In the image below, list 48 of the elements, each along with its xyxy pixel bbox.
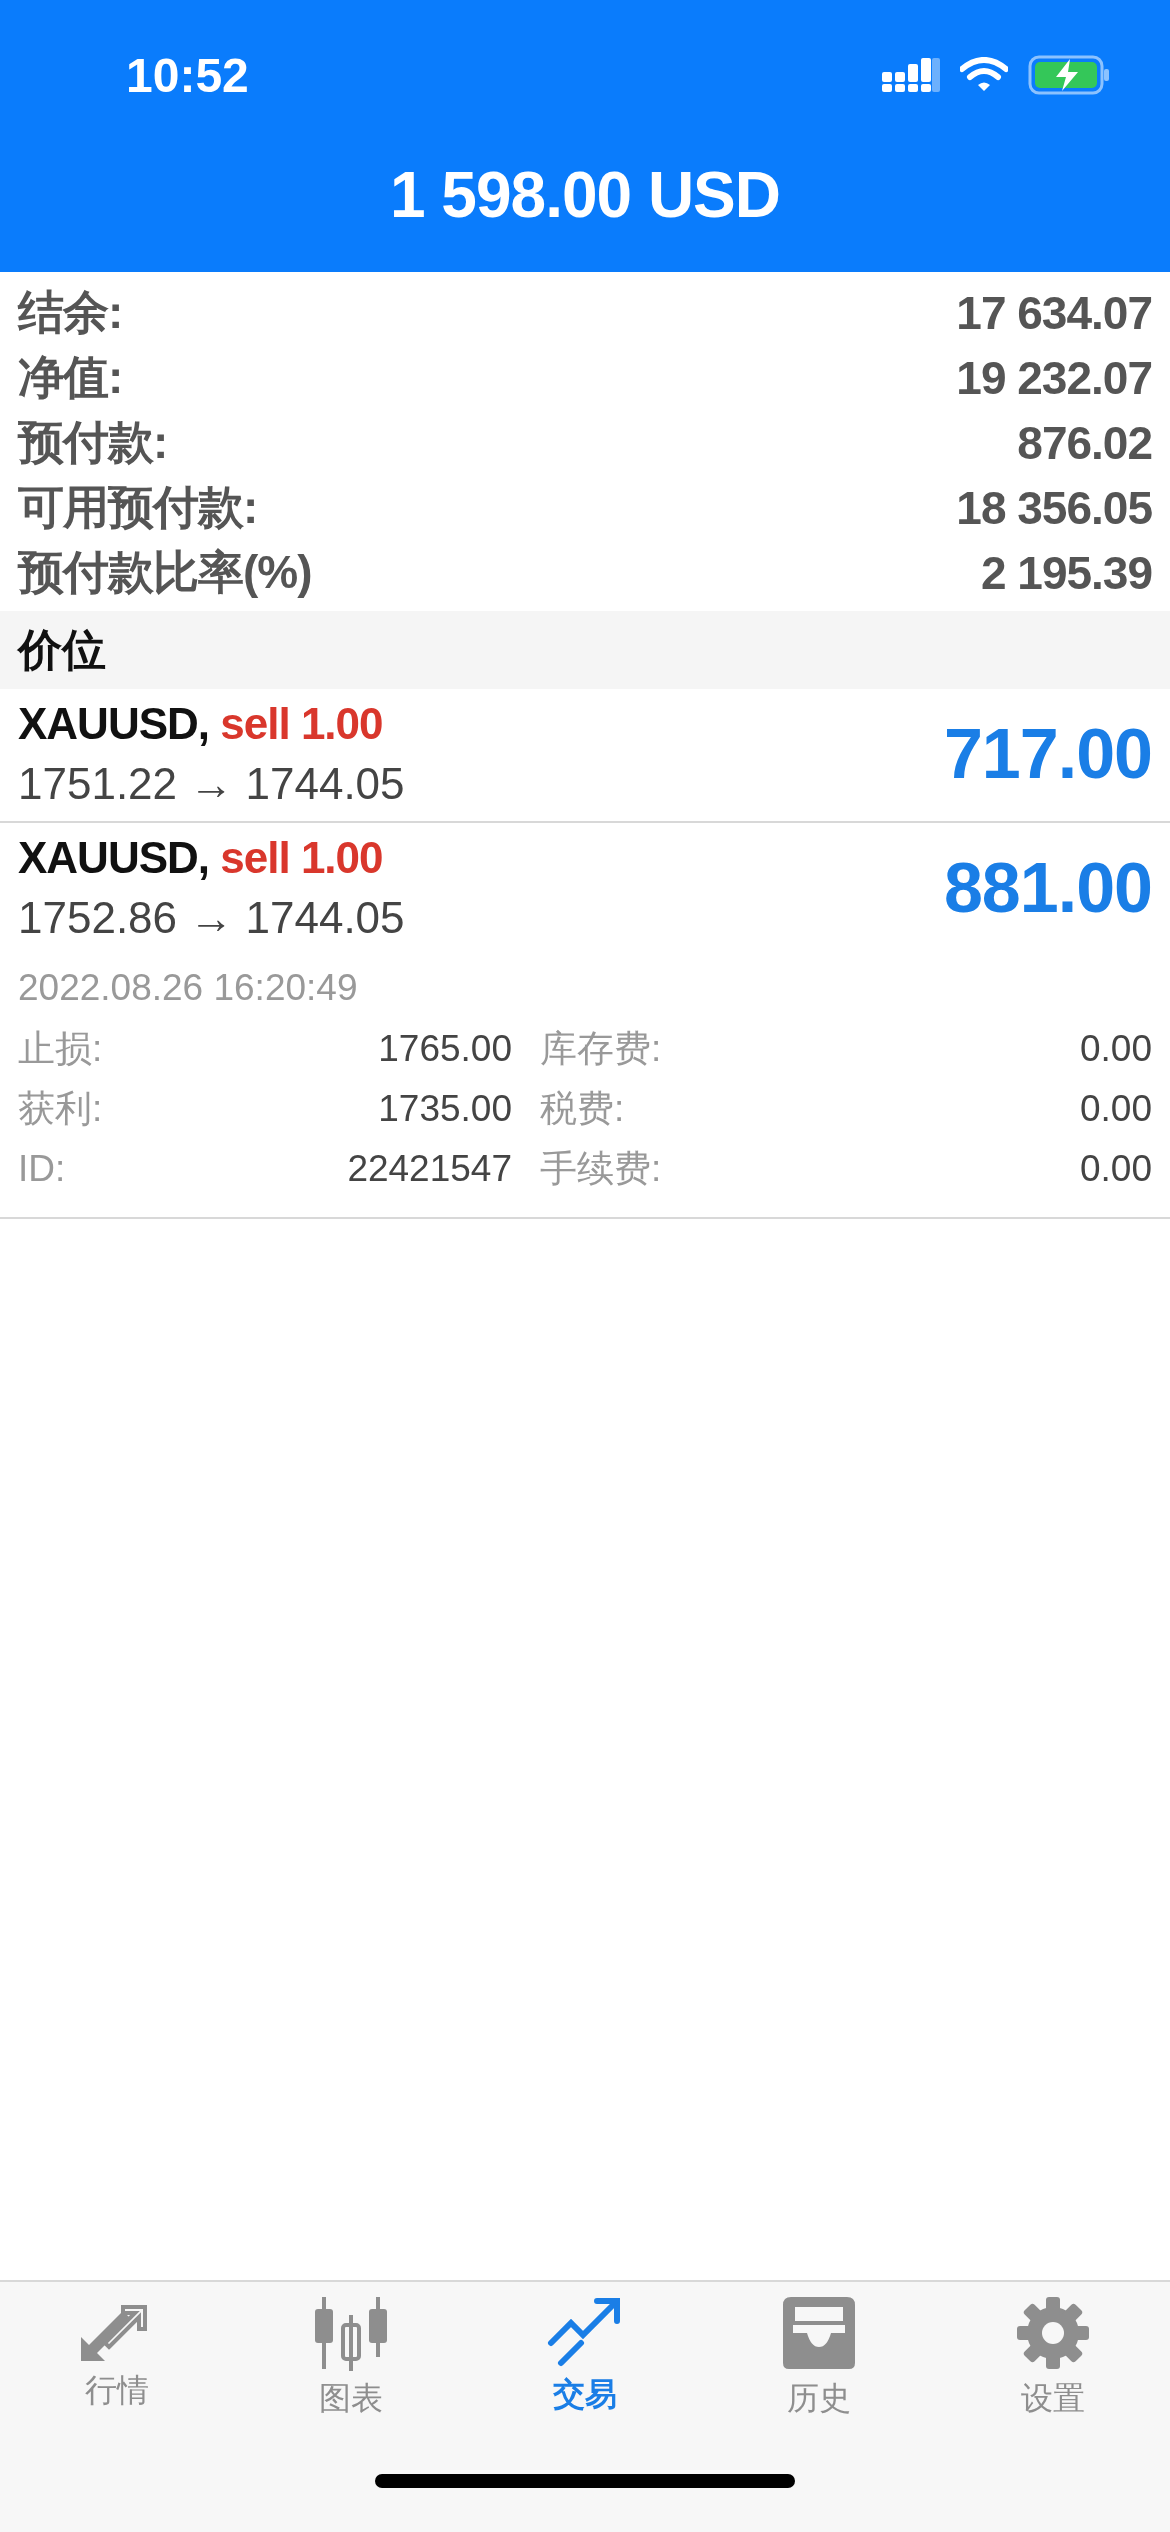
detail-value: 1765.00 bbox=[378, 1028, 512, 1070]
detail-value: 0.00 bbox=[1080, 1088, 1152, 1130]
tab-item[interactable]: 行情 bbox=[27, 2294, 207, 2422]
price-change: 1751.22 → 1744.05 bbox=[18, 759, 405, 809]
detail-label: 手续费: bbox=[540, 1147, 662, 1191]
summary-label: 结余: bbox=[18, 284, 123, 340]
price-change: 1752.86 → 1744.05 bbox=[18, 893, 405, 943]
candlestick-icon bbox=[313, 2295, 389, 2371]
position-row[interactable]: XAUUSD, sell 1.00 1752.86 → 1744.05 881.00 2022.08.26 16:20:49 止损: 1765.00 库存费: 0.00 获利: 1735.00 税费: 0.00 ID: 22421547 手续费: 0.00 bbox=[0, 823, 1170, 1219]
detail-label: 获利: bbox=[18, 1087, 103, 1131]
section-title: 价位 bbox=[18, 623, 106, 676]
order-type: sell 1.00 bbox=[220, 699, 383, 748]
battery-icon bbox=[1028, 55, 1110, 95]
detail-label: 止损: bbox=[18, 1027, 103, 1071]
summary-value: 2 195.39 bbox=[980, 545, 1152, 600]
detail-value: 0.00 bbox=[1080, 1148, 1152, 1190]
summary-value: 18 356.05 bbox=[956, 480, 1152, 535]
tab-item[interactable]: 交易 bbox=[495, 2294, 675, 2422]
profit-value: 717.00 bbox=[943, 714, 1152, 794]
detail-label: 库存费: bbox=[540, 1027, 662, 1071]
detail-value: 22421547 bbox=[347, 1148, 512, 1190]
tab-item[interactable]: 设置 bbox=[963, 2294, 1143, 2422]
tab-item[interactable]: 历史 bbox=[729, 2294, 909, 2422]
settings-icon bbox=[1015, 2295, 1091, 2371]
profit-value: 881.00 bbox=[943, 848, 1152, 928]
symbol-text: XAUUSD, bbox=[18, 699, 210, 748]
summary-label: 净值: bbox=[18, 349, 123, 405]
summary-value: 19 232.07 bbox=[956, 350, 1152, 405]
wifi-icon bbox=[960, 57, 1008, 93]
tab-item[interactable]: 图表 bbox=[261, 2294, 441, 2422]
summary-value: 17 634.07 bbox=[956, 285, 1152, 340]
detail-label: ID: bbox=[18, 1148, 66, 1190]
order-type: sell 1.00 bbox=[220, 833, 383, 882]
signal-icon bbox=[882, 58, 940, 92]
trend-icon bbox=[547, 2295, 623, 2367]
summary-value: 876.02 bbox=[1017, 415, 1152, 470]
detail-label: 税费: bbox=[540, 1087, 625, 1131]
detail-value: 0.00 bbox=[1080, 1028, 1152, 1070]
open-time: 2022.08.26 16:20:49 bbox=[18, 967, 359, 1009]
balance-title: 1 598.00 USD bbox=[389, 158, 781, 232]
summary-label: 预付款: bbox=[18, 414, 168, 470]
detail-value: 1735.00 bbox=[378, 1088, 512, 1130]
summary-label: 预付款比率(%) bbox=[18, 544, 312, 600]
inbox-icon bbox=[781, 2295, 857, 2371]
symbol-text: XAUUSD, bbox=[18, 833, 210, 882]
summary-label: 可用预付款: bbox=[18, 479, 258, 535]
position-row[interactable]: XAUUSD, sell 1.00 1751.22 → 1744.05 717.00 bbox=[0, 689, 1170, 823]
status-time: 10:52 bbox=[126, 47, 249, 103]
